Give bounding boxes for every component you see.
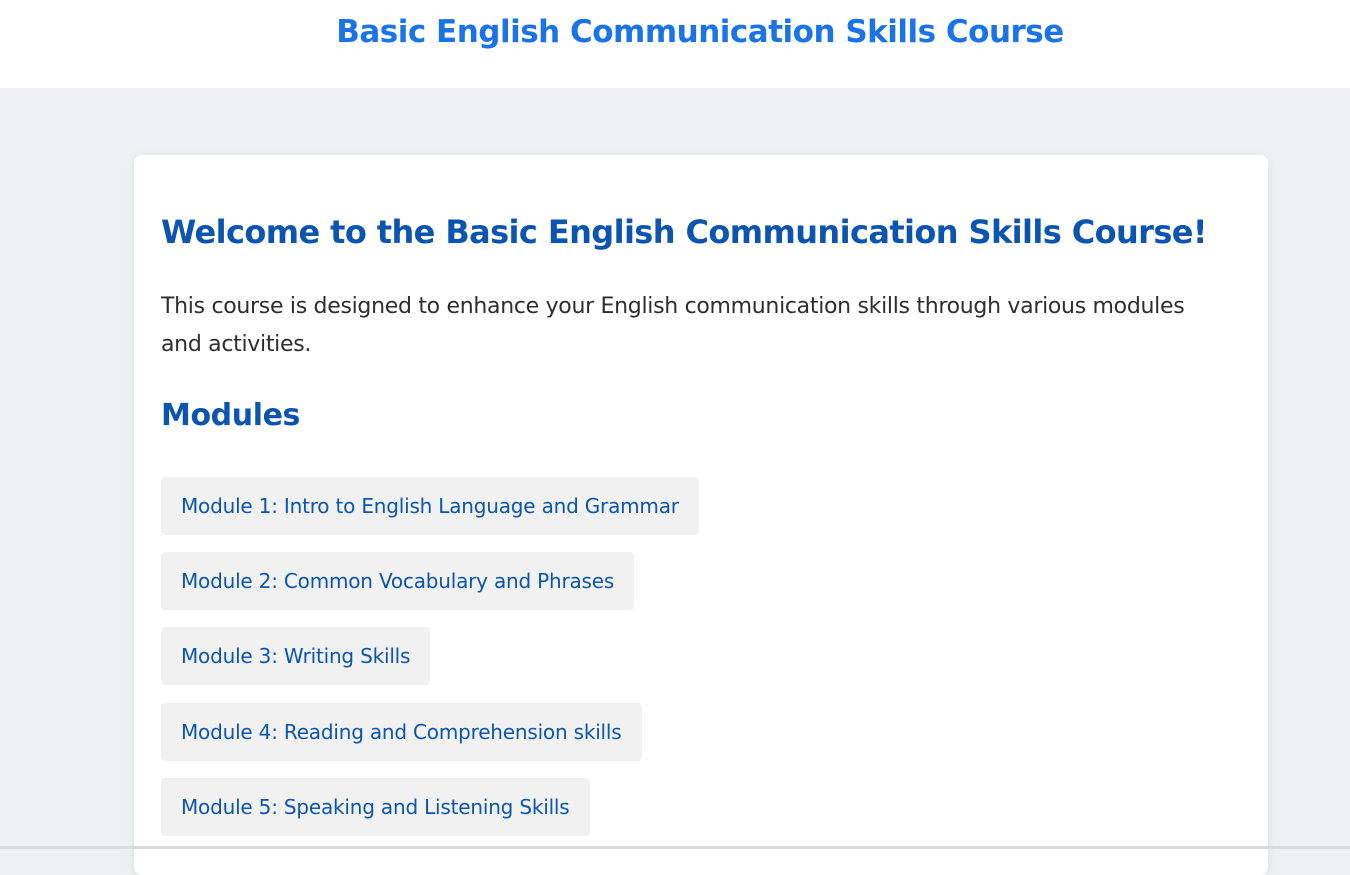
module-item-5[interactable]: Module 5: Speaking and Listening Skills: [161, 778, 590, 836]
module-item-2[interactable]: Module 2: Common Vocabulary and Phrases: [161, 552, 635, 610]
content-card: Welcome to the Basic English Communicati…: [134, 155, 1268, 875]
module-item-3[interactable]: Module 3: Writing Skills: [161, 627, 431, 685]
site-title: Basic English Communication Skills Cours…: [336, 14, 1064, 50]
intro-text: This course is designed to enhance your …: [161, 294, 1185, 357]
modules-heading: Modules: [161, 398, 300, 433]
site-header: Basic English Communication Skills Cours…: [0, 0, 1350, 88]
module-item-1[interactable]: Module 1: Intro to English Language and …: [161, 477, 699, 535]
module-item-4[interactable]: Module 4: Reading and Comprehension skil…: [161, 703, 642, 761]
welcome-heading: Welcome to the Basic English Communicati…: [161, 213, 1208, 251]
